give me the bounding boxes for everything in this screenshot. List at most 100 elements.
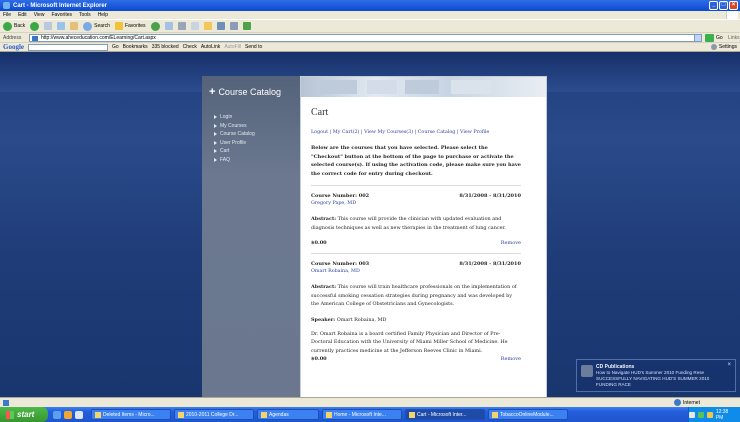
refresh-icon[interactable]	[57, 22, 66, 30]
menu-help[interactable]: Help	[98, 12, 108, 18]
taskbar-item[interactable]: 2010-2011 College Dr...	[174, 409, 254, 420]
autofill-button[interactable]: AutoFill	[224, 44, 241, 50]
notification-line: How to Navigate HUD's Summer 2010 Fundin…	[596, 370, 705, 375]
taskbar-item[interactable]: Deleted Items - Micro...	[91, 409, 171, 420]
forward-button[interactable]	[30, 21, 40, 31]
address-dropdown-icon[interactable]	[694, 34, 702, 42]
spell-check-button[interactable]: Check	[183, 44, 197, 50]
triangle-icon	[214, 149, 217, 154]
site-container: + Course Catalog Login My Courses Course…	[202, 76, 547, 397]
triangle-icon	[214, 157, 217, 162]
menu-edit[interactable]: Edit	[18, 12, 27, 18]
folder-icon	[261, 411, 267, 418]
sidebar-item-my-courses[interactable]: My Courses	[214, 122, 255, 131]
tray-icon[interactable]	[706, 411, 713, 418]
quick-launch	[53, 410, 83, 419]
page-viewport[interactable]: + Course Catalog Login My Courses Course…	[0, 52, 740, 397]
settings-button[interactable]: Settings	[710, 44, 737, 50]
sidebar-item-course-catalog[interactable]: Course Catalog	[214, 130, 255, 139]
ie-icon	[326, 411, 332, 418]
home-icon[interactable]	[70, 22, 79, 30]
notification-line: FUNDING RACE	[596, 382, 631, 387]
remove-link[interactable]: Remove	[501, 356, 521, 362]
sidebar-item-user-profile[interactable]: User Profile	[214, 139, 255, 148]
windows-logo-icon	[726, 11, 738, 19]
task-list: Deleted Items - Micro... 2010-2011 Colle…	[91, 409, 568, 420]
messenger-icon[interactable]	[229, 22, 238, 30]
outlook-quicklaunch-icon[interactable]	[64, 410, 72, 419]
start-button[interactable]: start	[0, 407, 48, 422]
mail-icon[interactable]	[164, 22, 173, 30]
close-button[interactable]: ×	[729, 1, 738, 10]
triangle-icon	[214, 132, 217, 137]
bookmarks-button[interactable]: Bookmarks	[123, 44, 148, 50]
menu-file[interactable]: File	[3, 12, 11, 18]
back-arrow-icon	[3, 21, 12, 31]
remove-link[interactable]: Remove	[501, 240, 521, 246]
go-arrow-icon	[705, 34, 714, 42]
tray-icon[interactable]	[689, 411, 695, 418]
google-logo[interactable]: Google	[3, 43, 24, 51]
sidebar-item-faq[interactable]: FAQ	[214, 156, 255, 165]
course-price: $0.00	[311, 240, 327, 246]
google-go-button[interactable]: Go	[112, 44, 119, 50]
autolink-button[interactable]: AutoLink	[201, 44, 220, 50]
instructor-link[interactable]: Omart Robaina, MD	[311, 269, 521, 274]
print-icon[interactable]	[177, 22, 186, 30]
menu-tools[interactable]: Tools	[79, 12, 91, 18]
history-icon[interactable]	[150, 21, 160, 31]
triangle-icon	[214, 115, 217, 120]
back-button[interactable]: Back	[3, 21, 25, 31]
instructor-link[interactable]: Gregory Pape, MD	[311, 201, 521, 206]
sidebar-title: + Course Catalog	[209, 86, 281, 98]
minimize-button[interactable]: _	[709, 1, 718, 10]
close-icon[interactable]: ×	[727, 362, 731, 368]
sidebar-item-cart[interactable]: Cart	[214, 147, 255, 156]
taskbar-item[interactable]: TobaccoOnlineModule...	[488, 409, 568, 420]
course-dates: 8/31/2008 - 8/31/2010	[459, 193, 521, 199]
page-status-icon	[3, 400, 9, 406]
taskbar-item[interactable]: Agendas	[257, 409, 319, 420]
taskbar-item-active[interactable]: Cart - Microsoft Inter...	[405, 409, 485, 420]
plus-icon: +	[209, 86, 216, 98]
course-number: Course Number: 002	[311, 193, 370, 199]
tray-icon[interactable]	[697, 411, 704, 418]
stop-icon[interactable]	[44, 22, 53, 30]
windows-flag-icon	[6, 410, 14, 419]
edit-icon[interactable]	[190, 22, 199, 30]
page-title: Cart	[311, 107, 329, 118]
send-to-button[interactable]: Send to	[245, 44, 262, 50]
address-bar: Address http://www.aheceducation.com/ELe…	[0, 32, 740, 42]
address-input[interactable]: http://www.aheceducation.com/ELearning/C…	[29, 34, 702, 42]
taskbar-item[interactable]: Home - Microsoft Inte...	[322, 409, 402, 420]
links-button[interactable]: Links	[728, 35, 740, 41]
extension-icon[interactable]	[242, 22, 251, 30]
sidebar-item-login[interactable]: Login	[214, 113, 255, 122]
course-abstract: Abstract: This course will provide the c…	[311, 216, 506, 231]
clock[interactable]: 12:38 PM	[716, 409, 737, 421]
ie-quicklaunch-icon[interactable]	[53, 410, 61, 419]
triangle-icon	[214, 140, 217, 145]
menu-view[interactable]: View	[34, 12, 45, 18]
window-title: Cart - Microsoft Internet Explorer	[13, 2, 108, 9]
system-tray: 12:38 PM	[688, 407, 740, 422]
course-speaker: Speaker: Omart Robaina, MD	[311, 316, 387, 323]
taskbar: start Deleted Items - Micro... 2010-2011…	[0, 407, 740, 422]
research-icon[interactable]	[216, 22, 225, 30]
favorites-button[interactable]: Favorites	[114, 22, 146, 30]
window-title-bar[interactable]: Cart - Microsoft Internet Explorer _ □ ×	[0, 0, 740, 11]
speaker-bio: Dr. Omart Robaina is a board certified F…	[311, 330, 508, 354]
menu-favorites[interactable]: Favorites	[51, 12, 72, 18]
divider	[311, 185, 521, 186]
maximize-button[interactable]: □	[719, 1, 728, 10]
status-bar: Internet	[0, 397, 740, 407]
search-button[interactable]: Search	[83, 21, 110, 31]
account-links[interactable]: Logout | My Cart(2) | View My Courses(3)…	[311, 130, 521, 135]
go-button[interactable]: Go	[705, 34, 723, 42]
folder-icon[interactable]	[203, 22, 212, 30]
desktop-quicklaunch-icon[interactable]	[75, 410, 83, 419]
triangle-icon	[214, 123, 217, 128]
google-search-input[interactable]	[28, 43, 108, 51]
popup-blocked-button[interactable]: 335 blocked	[152, 44, 179, 50]
notification-popup[interactable]: CD Publications How to Navigate HUD's Su…	[576, 359, 736, 392]
